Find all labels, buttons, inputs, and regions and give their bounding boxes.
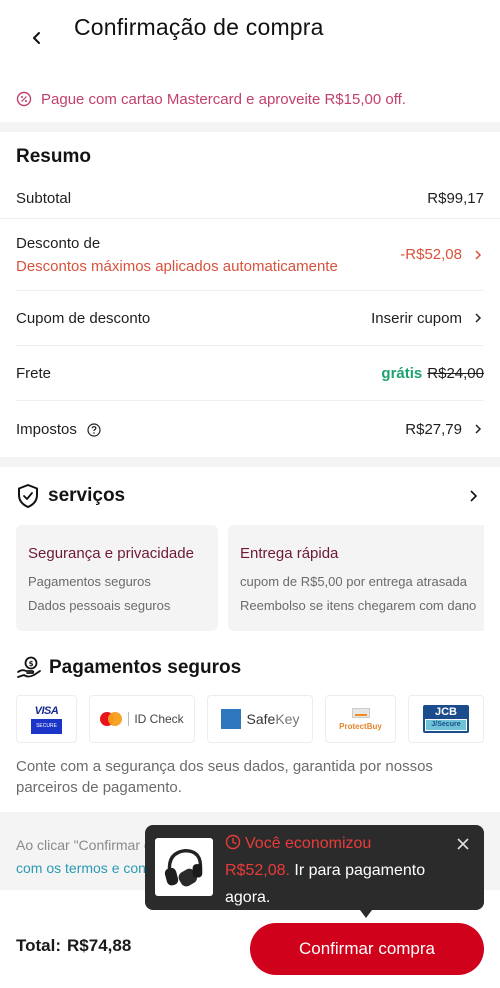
chevron-left-icon xyxy=(33,32,40,44)
help-circle-icon[interactable] xyxy=(87,422,101,437)
checkout-bar: Total: R$74,88 Confirmar compra xyxy=(0,906,500,988)
services-title: serviços xyxy=(48,485,126,506)
savings-tooltip[interactable]: Você economizou R$52,08. Ir para pagamen… xyxy=(145,825,484,918)
taxes-value: R$27,79 xyxy=(405,420,462,438)
service-card-line: Dados pessoais seguros xyxy=(28,598,171,613)
chevron-right-icon xyxy=(472,249,484,261)
discount-sublabel: Descontos máximos aplicados automaticame… xyxy=(16,257,338,275)
service-card-line: Reembolso se itens chegarem com dano xyxy=(240,598,477,613)
services-header[interactable]: serviços xyxy=(16,467,484,525)
total-label: Total: xyxy=(16,936,62,955)
free-shipping-label: grátis xyxy=(381,364,423,382)
tooltip-message: Você economizou R$52,08. Ir para pagamen… xyxy=(225,830,445,911)
percent-badge-icon xyxy=(16,91,32,107)
taxes-row[interactable]: Impostos R$27,79 xyxy=(16,401,484,457)
visa-logo-text: VISA xyxy=(34,704,59,717)
jsecure-text: J/Secure xyxy=(425,719,467,731)
safekey-text-b: Key xyxy=(275,711,300,727)
service-card-line: cupom de R$5,00 por entrega atrasada xyxy=(240,574,467,589)
jcb-logo-text: JCB xyxy=(434,706,457,718)
summary-title: Resumo xyxy=(16,146,91,167)
discover-protectbuy-badge: ProtectBuy xyxy=(325,695,396,743)
total-value: R$74,88 xyxy=(67,936,132,955)
headphones-image xyxy=(155,838,213,896)
coupon-label: Cupom de desconto xyxy=(16,309,151,327)
chevron-right-icon xyxy=(472,423,484,435)
total-display: Total: R$74,88 xyxy=(16,936,131,956)
secure-payments-section: $ Pagamentos seguros VISA SECURE ID Chec… xyxy=(0,631,500,812)
chevron-right-icon xyxy=(472,312,484,324)
discount-label: Desconto de xyxy=(16,234,101,252)
summary-section: Resumo Subtotal R$99,17 Desconto de Desc… xyxy=(0,132,500,457)
tooltip-heading: Você economizou xyxy=(245,835,372,852)
subtotal-row: Subtotal R$99,17 xyxy=(0,178,500,219)
service-card-title: Segurança e privacidade xyxy=(28,545,194,562)
service-card-title: Entrega rápida xyxy=(240,545,339,562)
visa-secure-label: SECURE xyxy=(31,718,62,734)
service-card[interactable]: Segurança e privacidade Pagamentos segur… xyxy=(16,525,218,631)
promo-banner[interactable]: Pague com cartao Mastercard e aproveite … xyxy=(0,76,500,122)
hand-coin-icon: $ xyxy=(16,656,42,680)
amex-logo-icon xyxy=(220,709,241,729)
shipping-label: Frete xyxy=(16,364,52,382)
subtotal-value: R$99,17 xyxy=(427,189,484,207)
secure-payments-title: Pagamentos seguros xyxy=(49,657,242,678)
close-icon[interactable] xyxy=(456,837,470,851)
shield-check-icon xyxy=(16,483,40,509)
visa-secure-badge: VISA SECURE xyxy=(16,695,77,743)
taxes-label: Impostos xyxy=(16,420,77,438)
service-card-line: Pagamentos seguros xyxy=(28,574,151,589)
back-button[interactable] xyxy=(26,26,48,50)
services-section: serviços Segurança e privacidade Pagamen… xyxy=(0,467,500,631)
tooltip-amount: R$52,08. xyxy=(225,862,290,879)
payment-badges: VISA SECURE ID Check SafeKey ProtectBuy … xyxy=(16,695,484,743)
insert-coupon-link[interactable]: Inserir cupom xyxy=(371,310,462,327)
secure-payments-description: Conte com a segurança dos seus dados, ga… xyxy=(16,758,433,796)
svg-text:$: $ xyxy=(29,660,34,668)
discover-logo-icon xyxy=(351,707,370,718)
shipping-row: Frete grátis R$24,00 xyxy=(16,346,484,401)
amex-safekey-badge: SafeKey xyxy=(207,695,313,743)
promo-text: Pague com cartao Mastercard e aproveite … xyxy=(41,90,406,108)
coupon-row[interactable]: Cupom de desconto Inserir cupom xyxy=(16,291,484,346)
mastercard-id-check-badge: ID Check xyxy=(89,695,195,743)
jcb-jsecure-badge: JCB J/Secure xyxy=(408,695,484,743)
id-check-text: ID Check xyxy=(134,712,184,726)
page-title: Confirmação de compra xyxy=(74,14,324,40)
clock-icon xyxy=(225,832,241,850)
original-shipping-price: R$24,00 xyxy=(427,364,484,382)
confirm-purchase-button[interactable]: Confirmar compra xyxy=(250,923,484,975)
protectbuy-text: ProtectBuy xyxy=(339,721,382,731)
section-divider xyxy=(0,122,500,132)
safekey-text-a: Safe xyxy=(246,711,276,727)
chevron-right-icon[interactable] xyxy=(466,489,480,503)
discount-value: -R$52,08 xyxy=(400,246,462,263)
mastercard-logo-icon xyxy=(100,712,123,726)
services-cards: Segurança e privacidade Pagamentos segur… xyxy=(16,525,484,631)
discount-row[interactable]: Desconto de Descontos máximos aplicados … xyxy=(16,219,484,291)
service-card[interactable]: Entrega rápida cupom de R$5,00 por entre… xyxy=(228,525,484,631)
header: Confirmação de compra xyxy=(0,0,500,76)
subtotal-label: Subtotal xyxy=(16,189,72,207)
section-divider xyxy=(0,457,500,467)
